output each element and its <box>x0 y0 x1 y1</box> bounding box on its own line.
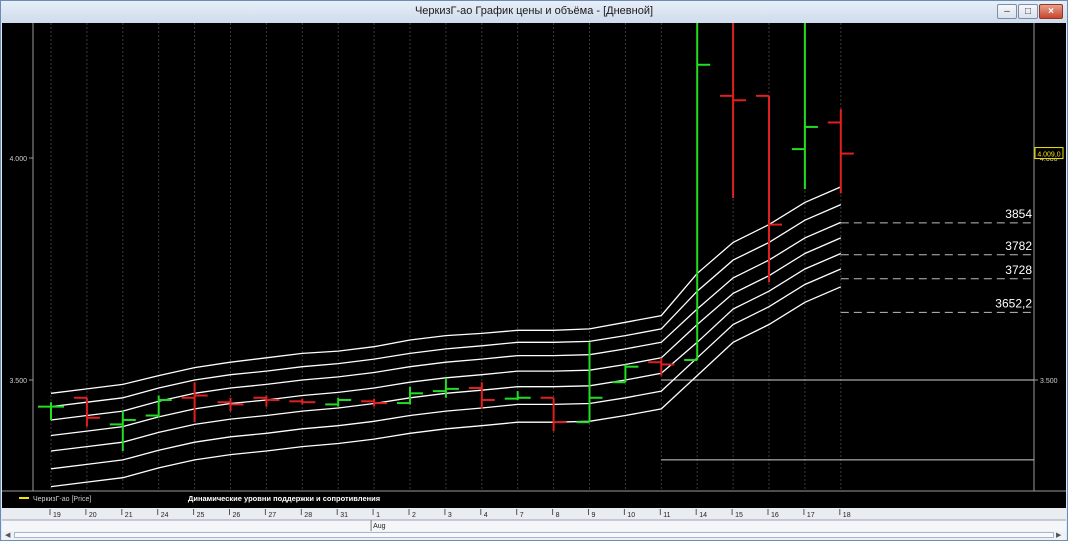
x-tick-label: 3 <box>448 512 452 519</box>
x-tick-label: 2 <box>412 512 416 519</box>
y-tick-label-left: 3.500 <box>9 378 27 385</box>
minimize-button[interactable]: – <box>997 4 1017 19</box>
month-label: Aug <box>373 523 386 530</box>
level-label: 3854 <box>1005 207 1032 221</box>
x-tick-label: 26 <box>233 512 241 519</box>
level-label: 3782 <box>1005 239 1032 253</box>
x-tick-label: 1 <box>376 512 380 519</box>
last-price-label: 4.009,0 <box>1037 152 1060 159</box>
level-label: 3728 <box>1005 263 1032 277</box>
close-button[interactable]: × <box>1039 4 1063 19</box>
legend-indicator-label: Динамические уровни поддержки и сопротив… <box>188 494 380 503</box>
legend-swatch <box>19 497 29 499</box>
scrollbar-thumb[interactable] <box>14 532 1054 538</box>
horizontal-scrollbar[interactable]: ◀ ▶ <box>2 531 1066 540</box>
x-tick-label: 4 <box>484 512 488 519</box>
window-title: ЧеркизГ-ао График цены и объёма - [Дневн… <box>414 5 654 17</box>
x-tick-label: 15 <box>735 512 743 519</box>
x-tick-label: 10 <box>627 512 635 519</box>
title-bar[interactable]: ЧеркизГ-ао График цены и объёма - [Дневн… <box>1 1 1067 23</box>
maximize-button[interactable]: □ <box>1018 4 1038 19</box>
x-tick-label: 25 <box>197 512 205 519</box>
x-tick-label: 8 <box>556 512 560 519</box>
legend-series-label: ЧеркизГ-ао [Price] <box>33 496 91 503</box>
x-tick-label: 18 <box>843 512 851 519</box>
month-strip <box>2 520 1066 531</box>
grid <box>2 23 1066 492</box>
chart-area[interactable]: 3854 3782 3728 3652,2 4.000 4.000 3.500 3.500 4… <box>2 23 1066 531</box>
x-tick-label: 19 <box>53 512 61 519</box>
scroll-left-icon[interactable]: ◀ <box>5 531 10 539</box>
axes: 4.000 4.0003.500 3.5004.009,019 20 21 24 25 26 2… <box>2 147 1066 531</box>
level-lines: 3854 3782 3728 3652,2 <box>840 207 1034 313</box>
y-tick-label-right: 3.500 <box>1040 378 1058 385</box>
level-label: 3652,2 <box>995 296 1032 310</box>
y-tick-label-left: 4.000 <box>9 156 27 163</box>
maximize-icon: □ <box>1024 6 1032 17</box>
x-tick-label: 28 <box>304 512 312 519</box>
x-tick-label: 7 <box>520 512 524 519</box>
minimize-icon: – <box>1004 6 1010 17</box>
x-tick-label: 27 <box>268 512 276 519</box>
price-chart[interactable]: 3854378237283652,2 4.000 4.0003.500 3.5004… <box>2 23 1066 531</box>
x-tick-label: 9 <box>592 512 596 519</box>
chart-window: ЧеркизГ-ао График цены и объёма - [Дневн… <box>0 0 1068 541</box>
x-tick-label: 11 <box>663 512 670 519</box>
x-tick-label: 21 <box>125 512 133 519</box>
x-tick-label: 31 <box>340 512 348 519</box>
legend: ЧеркизГ-ао [Price] Динамические уровни п… <box>19 494 380 503</box>
x-tick-label: 20 <box>89 512 97 519</box>
x-tick-label: 16 <box>771 512 779 519</box>
x-tick-label: 17 <box>807 512 815 519</box>
scroll-right-icon[interactable]: ▶ <box>1056 531 1061 539</box>
x-tick-label: 24 <box>161 512 169 519</box>
close-icon: × <box>1048 6 1054 17</box>
x-tick-label: 14 <box>699 512 707 519</box>
